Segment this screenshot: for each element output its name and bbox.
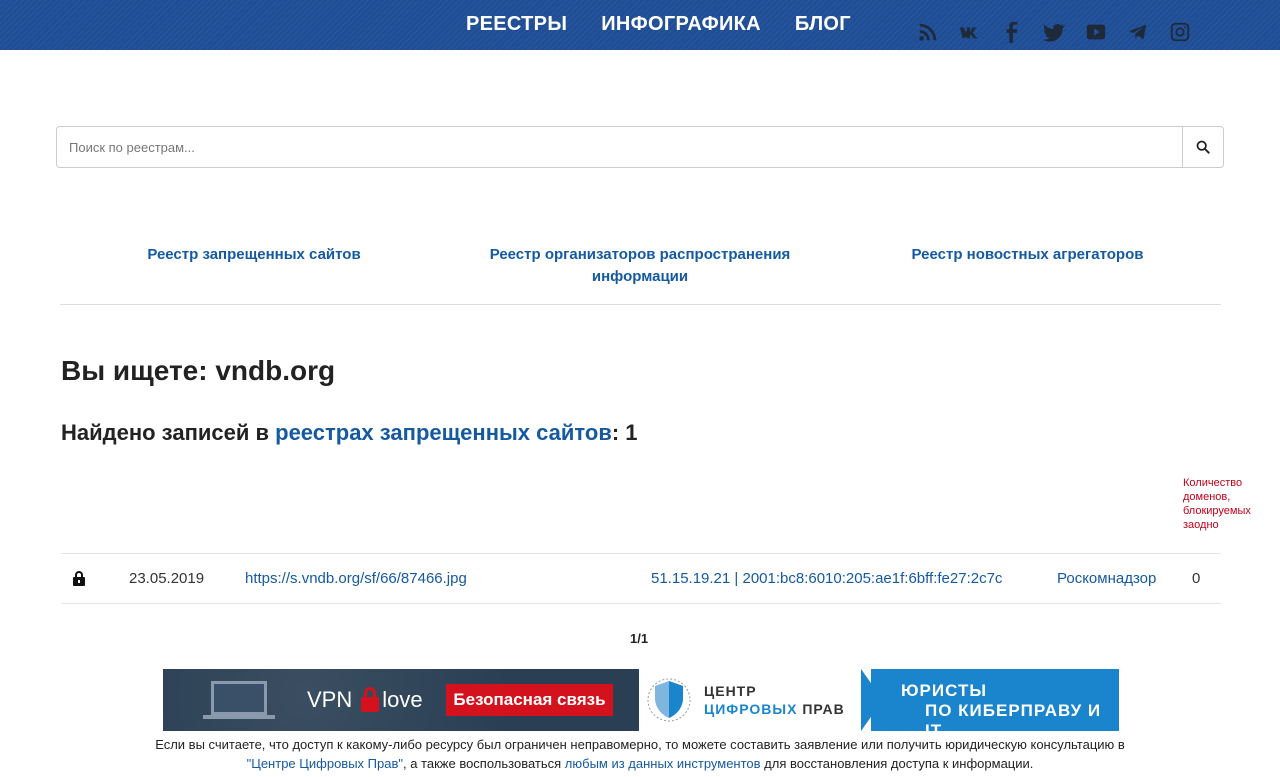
center-title-line2: ЦИФРОВЫХ ПРАВ bbox=[704, 701, 845, 717]
search-bar bbox=[56, 126, 1224, 168]
domains-count-header: Количество доменов, блокируемых заодно bbox=[1183, 477, 1251, 531]
vpn-text: VPN bbox=[307, 687, 353, 712]
twitter-icon[interactable] bbox=[1042, 20, 1066, 44]
youtube-icon[interactable] bbox=[1084, 20, 1108, 44]
digital-rights-banner[interactable]: ЦЕНТР ЦИФРОВЫХ ПРАВ ЮРИСТЫ ПО КИБЕРПРАВУ… bbox=[641, 669, 1119, 731]
registry-organizers-link[interactable]: Реестр организаторов распространения инф… bbox=[480, 244, 800, 288]
search-icon bbox=[1196, 140, 1210, 154]
nav-infographics[interactable]: ИНФОГРАФИКА bbox=[601, 13, 761, 36]
lock-icon bbox=[72, 570, 86, 590]
row-url[interactable]: https://s.vndb.org/sf/66/87466.jpg bbox=[245, 570, 467, 587]
main-nav: РЕЕСТРЫ ИНФОГРАФИКА БЛОГ bbox=[466, 13, 851, 36]
digital-rights-center-link[interactable]: "Центре Цифровых Прав" bbox=[247, 756, 403, 771]
row-date: 23.05.2019 bbox=[129, 570, 205, 587]
search-input[interactable] bbox=[57, 127, 1182, 167]
center-title-line1: ЦЕНТР bbox=[704, 683, 757, 699]
nav-blog[interactable]: БЛОГ bbox=[795, 13, 851, 36]
search-query-heading: Вы ищете: vndb.org bbox=[61, 355, 336, 386]
registry-links: Реестр запрещенных сайтов Реестр организ… bbox=[60, 244, 1221, 305]
instagram-icon[interactable] bbox=[1168, 20, 1192, 44]
lawyers-text-line1: ЮРИСТЫ bbox=[901, 681, 987, 700]
social-links bbox=[916, 20, 1192, 44]
search-query: vndb.org bbox=[215, 355, 336, 386]
lawyers-text-line2: ПО КИБЕРПРАВУ И IT bbox=[925, 701, 1102, 731]
registry-banned-sites-link[interactable]: Реестр запрещенных сайтов bbox=[144, 244, 364, 266]
row-authority[interactable]: Роскомнадзор bbox=[1057, 570, 1156, 587]
shield-icon bbox=[647, 678, 691, 722]
search-button[interactable] bbox=[1182, 127, 1223, 167]
laptop-icon bbox=[211, 681, 267, 715]
facebook-icon[interactable] bbox=[1000, 20, 1024, 44]
row-domains-count: 0 bbox=[1192, 570, 1201, 587]
love-text: love bbox=[382, 687, 423, 712]
banned-registries-link[interactable]: реестрах запрещенных сайтов bbox=[275, 420, 612, 445]
telegram-icon[interactable] bbox=[1126, 20, 1150, 44]
results-count-heading: Найдено записей в реестрах запрещенных с… bbox=[61, 420, 638, 445]
footer-notice: Если вы считаете, что доступ к какому-ли… bbox=[155, 737, 1125, 771]
rss-icon[interactable] bbox=[916, 20, 940, 44]
vk-icon[interactable] bbox=[958, 20, 982, 44]
table-row: 23.05.2019 https://s.vndb.org/sf/66/8746… bbox=[61, 553, 1221, 604]
top-navbar: РЕЕСТРЫ ИНФОГРАФИКА БЛОГ bbox=[0, 0, 1280, 50]
row-ip[interactable]: 51.15.19.21 | 2001:bc8:6010:205:ae1f:6bf… bbox=[651, 570, 1002, 587]
secure-connection-button[interactable]: Безопасная связь bbox=[446, 684, 613, 716]
nav-registries[interactable]: РЕЕСТРЫ bbox=[466, 13, 567, 36]
tools-link[interactable]: любым из данных инструментов bbox=[565, 756, 761, 771]
vpn-banner[interactable]: VPN love Безопасная связь bbox=[163, 669, 639, 731]
registry-news-aggregators-link[interactable]: Реестр новостных агрегаторов bbox=[900, 244, 1155, 266]
padlock-icon bbox=[361, 687, 379, 712]
pagination: 1/1 bbox=[630, 631, 649, 646]
